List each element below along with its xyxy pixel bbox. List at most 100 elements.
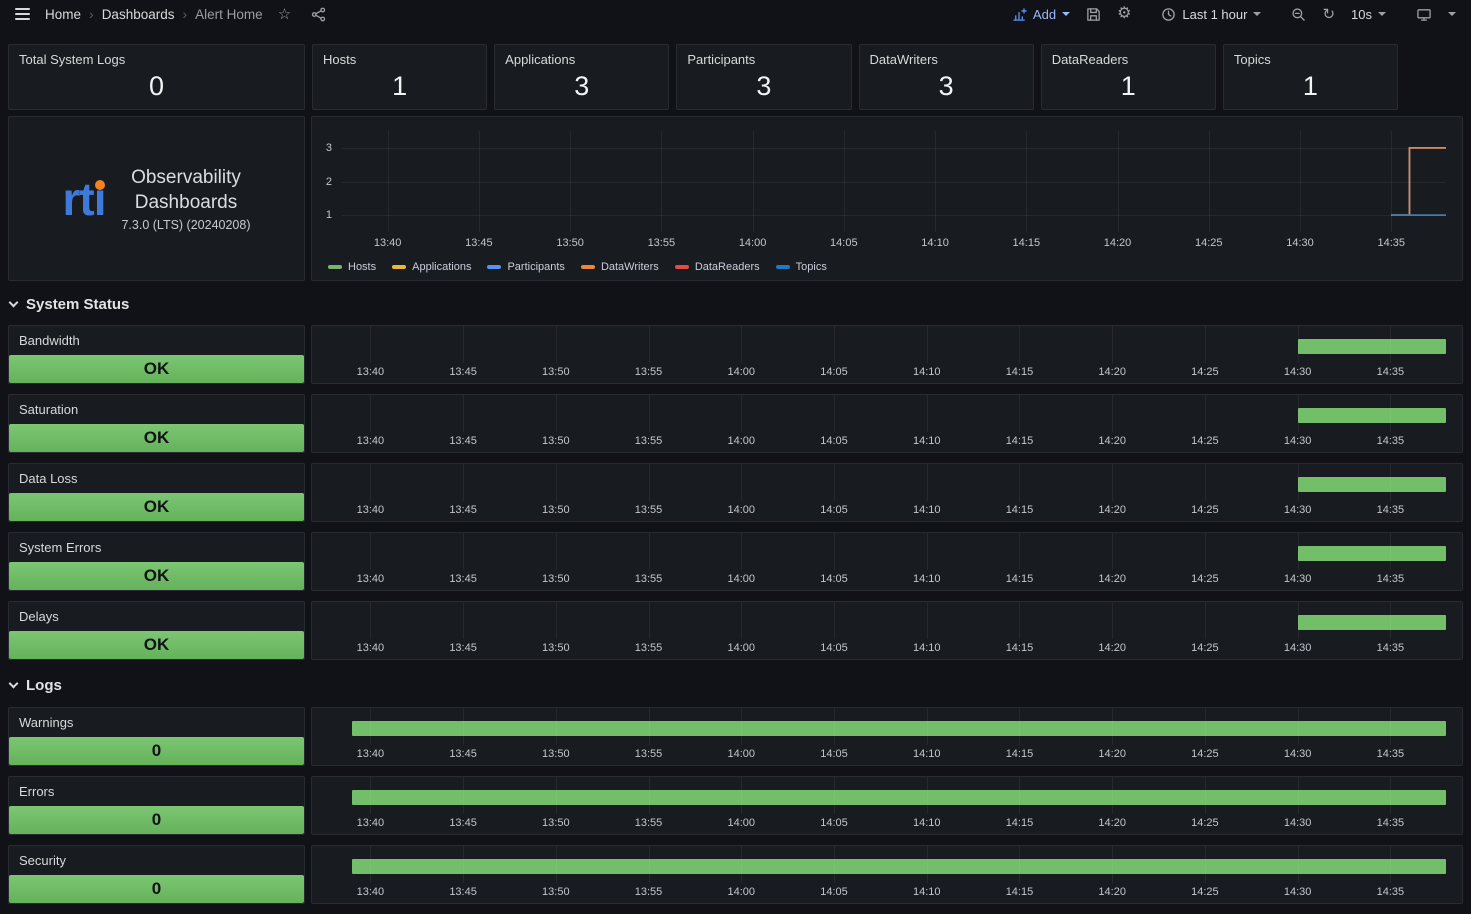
x-tick-label: 13:50 — [542, 504, 570, 516]
warnings-timeline-panel[interactable]: 13:4013:4513:5013:5514:0014:0514:1014:15… — [311, 707, 1463, 766]
y-tick-label: 2 — [326, 176, 332, 188]
saturation-stat-panel[interactable]: Saturation OK — [8, 394, 305, 453]
dashboard-settings-button[interactable]: ⚙ — [1112, 4, 1136, 24]
gridline — [927, 846, 928, 883]
data-loss-timeline-panel[interactable]: 13:4013:4513:5013:5514:0014:0514:1014:15… — [311, 463, 1463, 522]
plot-area[interactable] — [324, 533, 1446, 570]
chevron-down-icon — [9, 298, 19, 308]
gridline — [1390, 602, 1391, 639]
system-errors-stat-panel[interactable]: System Errors OK — [8, 532, 305, 591]
system-errors-timeline-panel[interactable]: 13:4013:4513:5013:5514:0014:0514:1014:15… — [311, 532, 1463, 591]
stat-panel-hosts[interactable]: Hosts 1 — [312, 44, 487, 110]
legend-item-participants[interactable]: Participants — [487, 261, 564, 273]
zoom-out-time-button[interactable] — [1286, 5, 1311, 24]
logs-row-errors: Errors 0 13:4013:4513:5013:5514:0014:051… — [8, 776, 1463, 835]
data-loss-stat-panel[interactable]: Data Loss OK — [8, 463, 305, 522]
plot-area[interactable] — [324, 464, 1446, 501]
gridline — [1390, 846, 1391, 883]
gridline — [1298, 395, 1299, 432]
plot-area[interactable] — [324, 777, 1446, 814]
section-system-status[interactable]: System Status — [8, 291, 129, 317]
x-tick-label: 14:10 — [913, 748, 941, 760]
x-tick-label: 13:50 — [542, 748, 570, 760]
bandwidth-timeline-panel[interactable]: 13:4013:4513:5013:5514:0014:0514:1014:15… — [311, 325, 1463, 384]
errors-timeline-panel[interactable]: 13:4013:4513:5013:5514:0014:0514:1014:15… — [311, 776, 1463, 835]
delays-stat-panel[interactable]: Delays OK — [8, 601, 305, 660]
warnings-stat-panel[interactable]: Warnings 0 — [8, 707, 305, 766]
plot-area[interactable] — [324, 708, 1446, 745]
share-button[interactable] — [306, 5, 331, 24]
breadcrumb-dashboards[interactable]: Dashboards — [102, 7, 175, 22]
x-tick-label: 14:05 — [820, 817, 848, 829]
gridline — [834, 395, 835, 432]
time-range-picker[interactable]: Last 1 hour — [1156, 5, 1266, 24]
entity-counts-chart-panel[interactable]: 123 13:4013:4513:5013:5514:0014:0514:101… — [311, 116, 1463, 281]
x-tick-label: 14:25 — [1191, 366, 1219, 378]
ok-state-bar — [1298, 408, 1446, 423]
legend-item-hosts[interactable]: Hosts — [328, 261, 376, 273]
security-timeline-panel[interactable]: 13:4013:4513:5013:5514:0014:0514:1014:15… — [311, 845, 1463, 904]
chevron-down-icon — [1448, 12, 1456, 16]
legend-item-datawriters[interactable]: DataWriters — [581, 261, 659, 273]
legend-item-topics[interactable]: Topics — [776, 261, 827, 273]
legend-item-applications[interactable]: Applications — [392, 261, 471, 273]
x-tick-label: 14:10 — [913, 435, 941, 447]
delays-timeline-panel[interactable]: 13:4013:4513:5013:5514:0014:0514:1014:15… — [311, 601, 1463, 660]
x-tick-label: 14:30 — [1284, 573, 1312, 585]
legend-swatch — [392, 265, 406, 269]
bandwidth-stat-panel[interactable]: Bandwidth OK — [8, 325, 305, 384]
refresh-interval-label: 10s — [1351, 7, 1372, 22]
x-tick-label: 14:00 — [728, 504, 756, 516]
stat-panel-datareaders[interactable]: DataReaders 1 — [1041, 44, 1216, 110]
breadcrumb-home[interactable]: Home — [45, 7, 81, 22]
add-button[interactable]: Add — [1007, 5, 1075, 24]
gridline — [370, 708, 371, 745]
x-tick-label: 14:20 — [1098, 748, 1126, 760]
legend-item-datareaders[interactable]: DataReaders — [675, 261, 760, 273]
x-tick-label: 14:05 — [820, 886, 848, 898]
x-axis: 13:4013:4513:5013:5514:0014:0514:1014:15… — [324, 886, 1446, 899]
gridline — [556, 533, 557, 570]
plot-area[interactable] — [324, 602, 1446, 639]
rti-logo: rti — [62, 176, 105, 222]
stat-panel-total-system-logs[interactable]: Total System Logs 0 — [8, 44, 305, 110]
gridline — [1298, 708, 1299, 745]
time-range-label: Last 1 hour — [1182, 7, 1247, 22]
refresh-interval-dropdown[interactable]: 10s — [1346, 5, 1391, 24]
stat-panel-topics[interactable]: Topics 1 — [1223, 44, 1398, 110]
gridline — [1298, 602, 1299, 639]
x-tick-label: 14:05 — [820, 366, 848, 378]
cycle-view-mode-button[interactable] — [1411, 5, 1437, 24]
x-tick-label: 14:00 — [728, 573, 756, 585]
caret-down-icon — [1253, 12, 1261, 16]
stat-value: 1 — [1042, 68, 1215, 109]
plot-area[interactable] — [342, 131, 1446, 232]
section-logs[interactable]: Logs — [8, 672, 62, 698]
section-title: Logs — [26, 677, 62, 694]
x-axis: 13:4013:4513:5013:5514:0014:0514:1014:15… — [324, 573, 1446, 586]
saturation-timeline-panel[interactable]: 13:4013:4513:5013:5514:0014:0514:1014:15… — [311, 394, 1463, 453]
x-tick-label: 14:20 — [1098, 435, 1126, 447]
gridline — [1390, 395, 1391, 432]
navbar-more-button[interactable] — [1443, 10, 1461, 18]
plot-area[interactable] — [324, 395, 1446, 432]
plot-area[interactable] — [324, 326, 1446, 363]
errors-stat-panel[interactable]: Errors 0 — [8, 776, 305, 835]
save-dashboard-button[interactable] — [1081, 5, 1106, 24]
stat-panel-datawriters[interactable]: DataWriters 3 — [859, 44, 1034, 110]
branding-panel[interactable]: rti Observability Dashboards 7.3.0 (LTS)… — [8, 116, 305, 281]
stat-panel-participants[interactable]: Participants 3 — [676, 44, 851, 110]
x-tick-label: 14:30 — [1284, 642, 1312, 654]
favorite-star-button[interactable]: ☆ — [273, 5, 296, 24]
menu-toggle-button[interactable] — [10, 6, 35, 22]
security-stat-panel[interactable]: Security 0 — [8, 845, 305, 904]
plot-area[interactable] — [324, 846, 1446, 883]
x-tick-label: 13:55 — [635, 886, 663, 898]
panel-title: Participants — [677, 45, 850, 68]
stat-panel-applications[interactable]: Applications 3 — [494, 44, 669, 110]
refresh-button[interactable]: ↻ — [1317, 5, 1340, 24]
panel-title: DataReaders — [1042, 45, 1215, 68]
gridline — [370, 395, 371, 432]
gridline — [463, 395, 464, 432]
legend: Hosts Applications Participants DataWriters… — [328, 261, 1446, 273]
